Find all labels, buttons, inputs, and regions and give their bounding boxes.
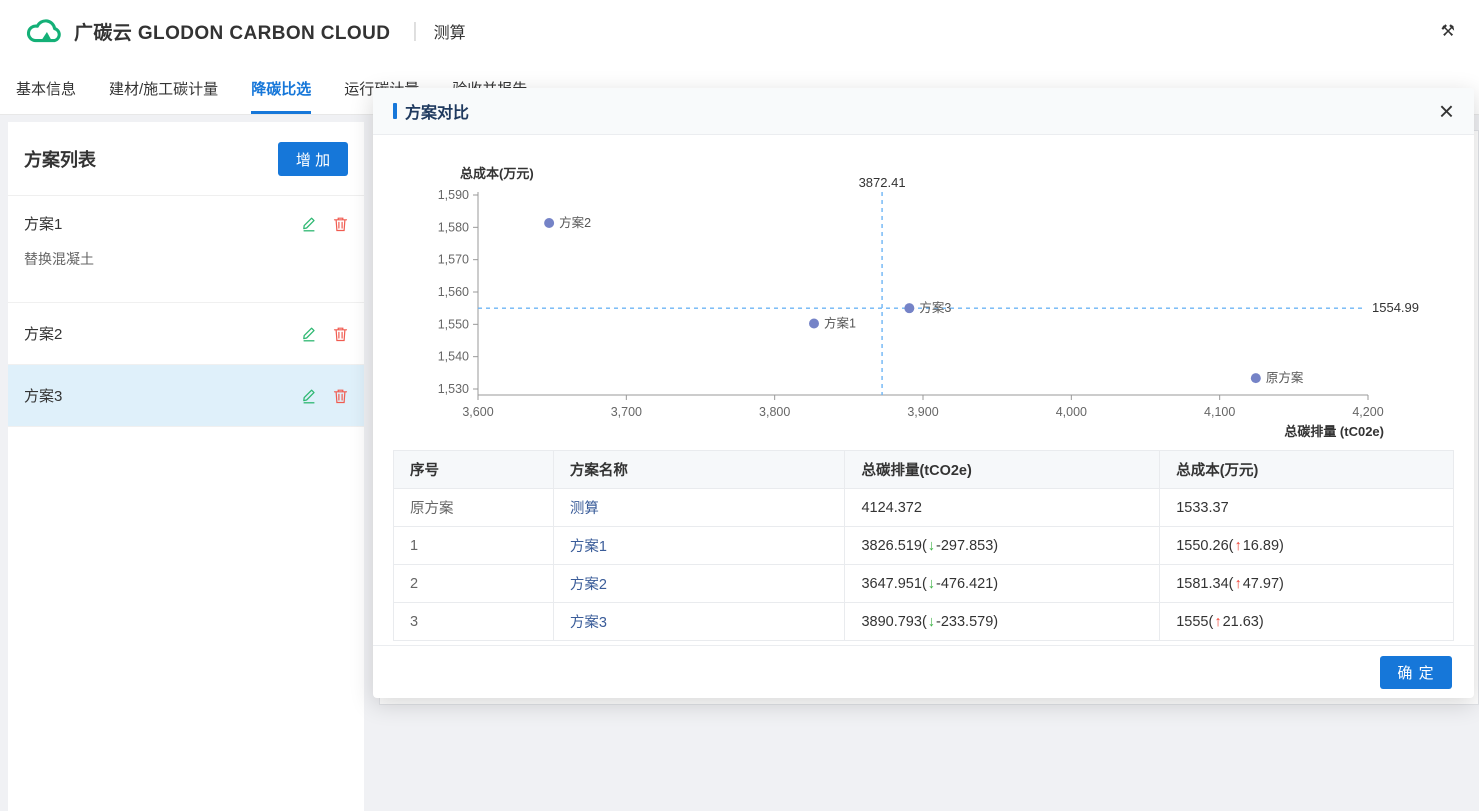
cell-plan-name: 测算 <box>553 489 845 527</box>
page-title: 测算 <box>434 19 466 43</box>
increase-arrow-icon: ↑ <box>1233 576 1242 592</box>
delete-icon[interactable] <box>333 216 348 232</box>
x-tick-label: 3,600 <box>462 405 493 419</box>
comparison-table: 序号 方案名称 总碳排量(tCO2e) 总成本(万元) 原方案测算4124.37… <box>393 450 1454 641</box>
plan-name: 方案1 <box>24 213 62 234</box>
cell-emission: 4124.372 <box>845 489 1160 527</box>
delete-icon[interactable] <box>333 388 348 404</box>
close-icon[interactable]: × <box>1439 98 1454 124</box>
tools-icon[interactable]: ⚒ <box>1441 21 1455 41</box>
cell-cost: 1555(↑21.63) <box>1160 603 1454 641</box>
col-header-plan-name: 方案名称 <box>553 451 845 489</box>
modal-footer: 确 定 <box>373 645 1474 698</box>
title-accent-bar <box>393 103 397 119</box>
comparison-table-row: 原方案测算4124.3721533.37 <box>394 489 1454 527</box>
brand: 广碳云 GLODON CARBON CLOUD <box>24 15 390 48</box>
scatter-point <box>904 303 914 313</box>
plan-panel-header: 方案列表 增 加 <box>8 122 364 196</box>
decrease-arrow-icon: ↓ <box>927 576 936 592</box>
increase-arrow-icon: ↑ <box>1213 614 1222 630</box>
header-divider: | <box>412 20 417 43</box>
increase-arrow-icon: ↑ <box>1233 538 1242 554</box>
col-header-cost: 总成本(万元) <box>1160 451 1454 489</box>
cell-emission: 3826.519(↓-297.853) <box>845 527 1160 565</box>
scatter-point <box>544 218 554 228</box>
cell-index: 1 <box>394 527 554 565</box>
decrease-arrow-icon: ↓ <box>927 614 936 630</box>
cell-index: 2 <box>394 565 554 603</box>
crosshair-y-value-label: 1554.99 <box>1372 300 1419 315</box>
plan-panel-title: 方案列表 <box>24 146 96 172</box>
plan-list-item[interactable]: 方案3 <box>8 365 364 427</box>
scatter-point-label: 方案3 <box>919 300 951 315</box>
scatter-point-label: 原方案 <box>1266 370 1304 385</box>
x-tick-label: 4,000 <box>1056 405 1087 419</box>
scatter-point-label: 方案2 <box>559 215 591 230</box>
x-tick-label: 3,800 <box>759 405 790 419</box>
x-tick-label: 4,200 <box>1352 405 1383 419</box>
plan-list-item[interactable]: 方案2 <box>8 303 364 365</box>
scatter-point <box>809 318 819 328</box>
cell-emission: 3890.793(↓-233.579) <box>845 603 1160 641</box>
comparison-table-row: 3方案33890.793(↓-233.579)1555(↑21.63) <box>394 603 1454 641</box>
cell-plan-name: 方案2 <box>553 565 845 603</box>
delete-icon[interactable] <box>333 326 348 342</box>
comparison-table-row: 2方案23647.951(↓-476.421)1581.34(↑47.97) <box>394 565 1454 603</box>
y-tick-label: 1,550 <box>438 317 469 331</box>
y-tick-label: 1,590 <box>438 188 469 202</box>
brand-name: 广碳云 GLODON CARBON CLOUD <box>74 18 390 45</box>
crosshair-x-value-label: 3872.41 <box>859 175 906 190</box>
cell-plan-name: 方案3 <box>553 603 845 641</box>
cell-emission: 3647.951(↓-476.421) <box>845 565 1160 603</box>
plan-list-item[interactable]: 方案1 替换混凝土 <box>8 196 364 303</box>
decrease-arrow-icon: ↓ <box>927 538 936 554</box>
scatter-point <box>1251 373 1261 383</box>
edit-icon[interactable] <box>301 215 317 232</box>
tab-material-carbon[interactable]: 建材/施工碳计量 <box>109 62 218 114</box>
y-tick-label: 1,560 <box>438 285 469 299</box>
tab-carbon-reduction-comparison[interactable]: 降碳比选 <box>251 62 311 114</box>
col-header-index: 序号 <box>394 451 554 489</box>
x-tick-label: 3,700 <box>611 405 642 419</box>
logo-cloud-icon <box>24 15 64 48</box>
plan-name: 方案3 <box>24 385 62 406</box>
comparison-scatter-chart: 1,530 1,540 1,550 1,560 1,570 1,580 1,590 3,600… <box>373 135 1474 448</box>
cell-cost: 1533.37 <box>1160 489 1454 527</box>
plan-comparison-modal: 方案对比 × 1,5301,5401,5501,5601,5701,5801,5… <box>373 88 1474 698</box>
y-axis-title: 总成本(万元) <box>460 166 534 181</box>
cell-cost: 1581.34(↑47.97) <box>1160 565 1454 603</box>
confirm-button[interactable]: 确 定 <box>1380 656 1452 689</box>
modal-header: 方案对比 × <box>373 88 1474 135</box>
cell-index: 原方案 <box>394 489 554 527</box>
tab-basic-info[interactable]: 基本信息 <box>16 62 76 114</box>
plan-description: 替换混凝土 <box>24 249 348 269</box>
scatter-point-label: 方案1 <box>824 315 856 330</box>
y-tick-label: 1,530 <box>438 382 469 396</box>
modal-title: 方案对比 <box>405 99 469 123</box>
comparison-table-header-row: 序号 方案名称 总碳排量(tCO2e) 总成本(万元) <box>394 451 1454 489</box>
top-bar: 广碳云 GLODON CARBON CLOUD | 测算 ⚒ <box>0 0 1479 62</box>
plan-list-panel: 方案列表 增 加 方案1 替换混凝土 方案2 <box>8 122 364 811</box>
y-tick-label: 1,570 <box>438 253 469 267</box>
comparison-table-row: 1方案13826.519(↓-297.853)1550.26(↑16.89) <box>394 527 1454 565</box>
col-header-emission: 总碳排量(tCO2e) <box>845 451 1160 489</box>
cell-cost: 1550.26(↑16.89) <box>1160 527 1454 565</box>
y-tick-label: 1,580 <box>438 220 469 234</box>
x-axis-title: 总碳排量 (tC02e) <box>1284 424 1384 439</box>
add-plan-button[interactable]: 增 加 <box>278 142 348 176</box>
cell-plan-name: 方案1 <box>553 527 845 565</box>
plan-name: 方案2 <box>24 323 62 344</box>
x-tick-label: 4,100 <box>1204 405 1235 419</box>
x-tick-label: 3,900 <box>907 405 938 419</box>
y-tick-label: 1,540 <box>438 350 469 364</box>
cell-index: 3 <box>394 603 554 641</box>
edit-icon[interactable] <box>301 325 317 342</box>
edit-icon[interactable] <box>301 387 317 404</box>
